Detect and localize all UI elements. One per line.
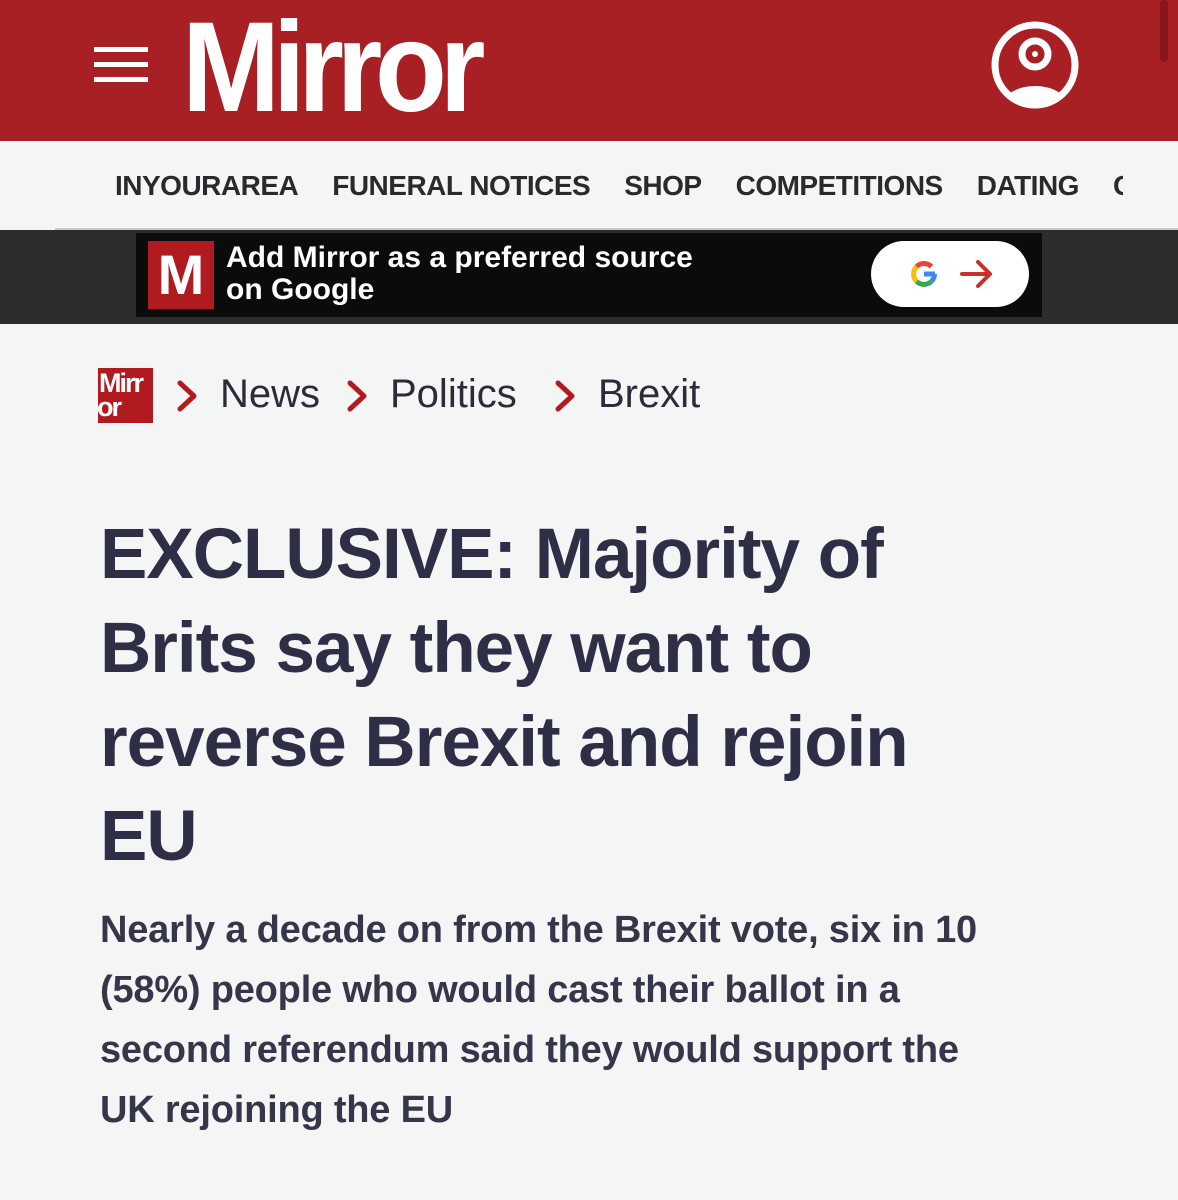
headline-line: EXCLUSIVE: Majority of	[100, 515, 884, 594]
site-logo[interactable]: Mirror	[182, 4, 485, 132]
arrow-right-icon	[960, 260, 992, 288]
nav-item-shop[interactable]: SHOP	[624, 141, 702, 230]
site-header: Mirror	[0, 0, 1178, 141]
user-account-icon[interactable]	[990, 20, 1080, 110]
banner-text-line2: on Google	[226, 273, 375, 306]
section-nav: INYOURAREA FUNERAL NOTICES SHOP COMPETITION…	[0, 141, 1178, 230]
scrollbar-thumb[interactable]	[1160, 0, 1168, 62]
nav-item-inyourarea[interactable]: INYOURAREA	[115, 141, 299, 230]
breadcrumb-news[interactable]: News	[220, 366, 320, 422]
add-google-source-button[interactable]	[871, 241, 1029, 307]
nav-item-funeral-notices[interactable]: FUNERAL NOTICES	[332, 141, 591, 230]
headline-line: Brits say they want to	[100, 609, 813, 688]
breadcrumb-brexit[interactable]: Brexit	[598, 366, 700, 422]
mirror-m-logo: M	[148, 241, 214, 309]
chevron-right-icon	[177, 380, 197, 412]
headline-line: EU	[100, 797, 198, 876]
banner-text: Add Mirror as a preferred source on Goog…	[226, 242, 786, 306]
standfirst-line: Nearly a decade on from the Brexit vote,…	[100, 909, 977, 951]
standfirst-line: (58%) people who would cast their ballot…	[100, 969, 900, 1011]
chevron-right-icon	[555, 380, 575, 412]
hamburger-menu-icon[interactable]	[94, 47, 148, 85]
banner-text-line1: Add Mirror as a preferred source	[226, 241, 693, 274]
google-g-icon	[911, 260, 937, 287]
standfirst-line: second referendum said they would suppor…	[100, 1029, 959, 1071]
article-standfirst: Nearly a decade on from the Brexit vote,…	[100, 900, 1080, 1140]
breadcrumb-home-logo[interactable]: Mirr or	[98, 368, 153, 423]
breadcrumb-politics[interactable]: Politics	[390, 366, 517, 422]
headline-line: reverse Brexit and rejoin	[100, 703, 909, 782]
nav-item-truncated[interactable]: C	[1113, 141, 1123, 230]
standfirst-line: UK rejoining the EU	[100, 1089, 453, 1131]
nav-item-dating[interactable]: DATING	[977, 141, 1080, 230]
chevron-right-icon	[347, 380, 367, 412]
nav-item-competitions[interactable]: COMPETITIONS	[736, 141, 944, 230]
preferred-source-banner[interactable]: M Add Mirror as a preferred source on Go…	[136, 233, 1042, 317]
article-headline: EXCLUSIVE: Majority of Brits say they wa…	[100, 508, 1060, 884]
